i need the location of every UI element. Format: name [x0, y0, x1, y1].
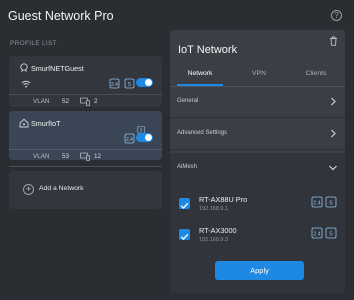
section-label: AiMesh [177, 164, 198, 170]
general-section[interactable]: General [170, 87, 345, 118]
aimesh-section[interactable]: AiMesh [170, 153, 345, 182]
profile-list-label: PROFILE LIST [10, 40, 57, 47]
tab-network[interactable]: Network [176, 70, 224, 77]
band-label: 2.4 [313, 201, 320, 207]
band-5-icon: 5 [325, 196, 337, 208]
devices-icon [80, 152, 90, 161]
node-name: RT-AX3000 [199, 226, 237, 235]
profile-name: SmurfIoT [31, 119, 61, 128]
devices-icon [80, 97, 90, 106]
profile-card-smurfnetguest[interactable]: SmurfNETGuest 2.4 5 VLAN 52 2 [9, 56, 162, 107]
band-2-4-icon: 2.4 [311, 227, 323, 239]
help-icon[interactable]: ? [331, 10, 342, 21]
band-5-icon: 5 [124, 78, 135, 89]
tab-bar: Network VPN Clients [170, 68, 345, 87]
band-label: 5 [128, 82, 131, 88]
active-tab-indicator [177, 84, 223, 86]
tab-clients[interactable]: Clients [292, 70, 340, 77]
band-5-icon: 5 [325, 227, 337, 239]
profile-enable-toggle[interactable] [136, 133, 153, 142]
apply-button[interactable]: Apply [215, 261, 304, 280]
chevron-down-icon [329, 165, 337, 171]
node-checkbox[interactable] [179, 229, 190, 240]
toggle-knob [145, 79, 152, 86]
band-label: 2.4 [126, 137, 133, 143]
tab-vpn[interactable]: VPN [235, 70, 283, 77]
band-2-4-icon: 2.4 [109, 78, 120, 89]
device-count: 2 [94, 98, 98, 105]
checkmark-icon [180, 233, 189, 240]
add-icon: + [23, 184, 34, 195]
chevron-right-icon [331, 129, 336, 138]
aimesh-node: RT-AX3000 192.168.9.3 2.4 5 [170, 222, 345, 250]
band-label: 5 [329, 232, 332, 238]
profile-card-smurfiot[interactable]: SmurfIoT 2.4 5 VLAN 53 12 [9, 111, 162, 161]
band-2-4-icon: 2.4 [124, 133, 135, 144]
advanced-settings-section[interactable]: Advanced Settings [170, 119, 345, 150]
add-network-label: Add a Network [39, 185, 84, 192]
section-label: Advanced Settings [177, 130, 228, 136]
vlan-value: 53 [62, 153, 70, 160]
node-checkbox[interactable] [179, 198, 190, 209]
network-detail-panel: IoT Network Network VPN Clients General … [170, 30, 345, 293]
profile-name: SmurfNETGuest [31, 64, 84, 73]
panel-title: IoT Network [178, 44, 238, 56]
node-ip: 192.168.9.1 [199, 206, 229, 212]
band-label: 5 [140, 128, 143, 133]
app-title: Guest Network Pro [8, 9, 114, 23]
iot-home-icon [19, 118, 29, 128]
band-label: 2.4 [313, 232, 320, 238]
add-network-button[interactable]: + Add a Network [9, 171, 162, 209]
node-name: RT-AX88U Pro [199, 195, 248, 204]
node-ip: 192.168.9.3 [199, 237, 229, 243]
wifi-icon [21, 80, 31, 88]
band-label: 5 [329, 201, 332, 207]
section-label: General [177, 98, 199, 104]
vlan-label: VLAN [33, 153, 50, 160]
vlan-value: 52 [62, 98, 70, 105]
vlan-label: VLAN [33, 98, 50, 105]
checkmark-icon [180, 202, 189, 209]
chevron-right-icon [331, 97, 336, 106]
trash-icon[interactable] [329, 36, 338, 46]
toggle-knob [145, 134, 152, 141]
profile-enable-toggle[interactable] [136, 78, 153, 87]
device-count: 12 [94, 153, 102, 160]
aimesh-node: RT-AX88U Pro 192.168.9.1 2.4 5 [170, 191, 345, 219]
guest-wifi-icon [20, 63, 28, 73]
list-divider [9, 166, 162, 167]
band-2-4-icon: 2.4 [311, 196, 323, 208]
band-label: 2.4 [111, 82, 118, 88]
